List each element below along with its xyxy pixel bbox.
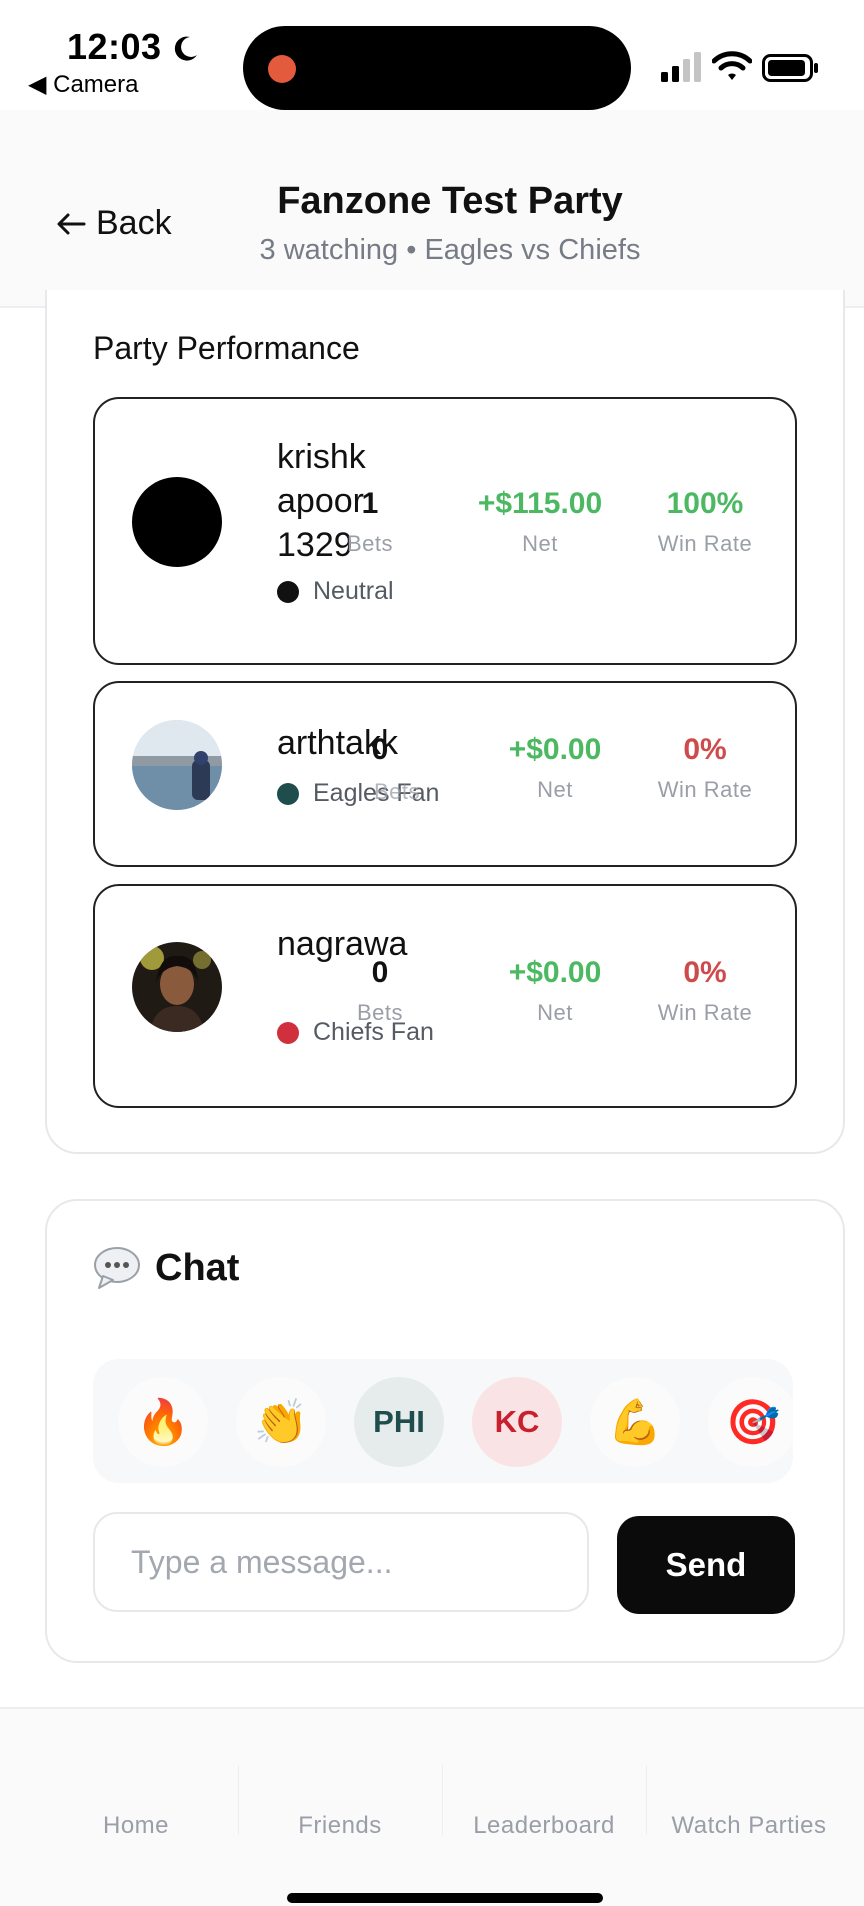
- net-value: +$0.00: [508, 733, 602, 766]
- win-rate-value: 100%: [666, 487, 744, 520]
- win-rate-label: Win Rate: [657, 1000, 753, 1025]
- recording-indicator-icon: [268, 55, 296, 83]
- avatar: [132, 942, 222, 1032]
- wifi-icon: [712, 51, 752, 80]
- bets-value: 1: [361, 487, 379, 520]
- net-label: Net: [522, 531, 558, 556]
- bets-label: Bets: [346, 531, 394, 556]
- nav-item-friends[interactable]: Friends: [238, 1812, 442, 1840]
- avatar-photo: [132, 942, 222, 1032]
- speech-bubble-icon: [94, 1247, 140, 1289]
- moon-icon: [174, 36, 197, 61]
- net-label: Net: [537, 777, 573, 802]
- arrow-left-icon: [57, 213, 86, 234]
- win-rate-value: 0%: [683, 733, 727, 766]
- page-subtitle: 3 watching • Eagles vs Chiefs: [259, 234, 641, 266]
- bets-label: Bets: [373, 779, 421, 804]
- page-title: Fanzone Test Party: [277, 180, 623, 222]
- net-label: Net: [537, 1000, 573, 1025]
- home-indicator[interactable]: [287, 1893, 603, 1903]
- status-time: 12:03: [67, 26, 162, 67]
- player-card[interactable]: krishk apoor 1329 Neutral 1 Bets +$115.0…: [93, 397, 797, 665]
- cellular-signal-icon: [661, 52, 701, 82]
- battery-icon: [762, 54, 818, 82]
- party-performance-title: Party Performance: [93, 330, 360, 366]
- net-value: +$115.00: [477, 487, 603, 520]
- avatar-photo: [132, 720, 222, 810]
- back-button[interactable]: Back: [56, 204, 172, 243]
- player-fan-tag: Neutral: [277, 577, 394, 606]
- win-rate-value: 0%: [683, 956, 727, 989]
- nav-item-leaderboard[interactable]: Leaderboard: [442, 1812, 646, 1840]
- clap-reaction-button[interactable]: 👏: [236, 1377, 326, 1467]
- flex-reaction-button[interactable]: 💪: [590, 1377, 680, 1467]
- kc-reaction-button[interactable]: KC: [472, 1377, 562, 1467]
- net-value: +$0.00: [508, 956, 602, 989]
- fan-dot-icon: [277, 782, 299, 805]
- chat-header: Chat: [93, 1246, 239, 1290]
- back-label: Back: [96, 204, 172, 242]
- win-rate-label: Win Rate: [657, 777, 753, 802]
- quick-reaction-bar[interactable]: 🔥 👏 PHI KC 💪 🎯: [93, 1359, 793, 1483]
- target-reaction-button[interactable]: 🎯: [708, 1377, 793, 1467]
- bets-label: Bets: [356, 1000, 404, 1025]
- phi-reaction-button[interactable]: PHI: [354, 1377, 444, 1467]
- fan-dot-icon: [277, 1021, 299, 1044]
- message-input[interactable]: [93, 1512, 589, 1612]
- avatar: [132, 477, 222, 567]
- win-rate-label: Win Rate: [657, 531, 753, 556]
- player-card[interactable]: nagrawa Chiefs Fan 0 Bets +$0.00 Net 0% …: [93, 884, 797, 1108]
- fire-reaction-button[interactable]: 🔥: [118, 1377, 208, 1467]
- return-to-camera-link[interactable]: ◀ Camera: [28, 70, 138, 99]
- nav-item-watch-parties[interactable]: Watch Parties: [646, 1812, 852, 1840]
- player-card[interactable]: arthtakk Eagles Fan 0 Bets +$0.00 Net 0%…: [93, 681, 797, 867]
- fan-dot-icon: [277, 580, 299, 603]
- bets-value: 0: [371, 733, 389, 766]
- send-button[interactable]: Send: [617, 1516, 795, 1614]
- avatar: [132, 720, 222, 810]
- bottom-nav: [0, 1707, 864, 1906]
- bets-value: 0: [371, 956, 389, 989]
- dynamic-island: [243, 26, 631, 110]
- fan-tag-label: Neutral: [313, 577, 394, 605]
- nav-item-home[interactable]: Home: [34, 1812, 238, 1840]
- chat-title: Chat: [155, 1246, 240, 1289]
